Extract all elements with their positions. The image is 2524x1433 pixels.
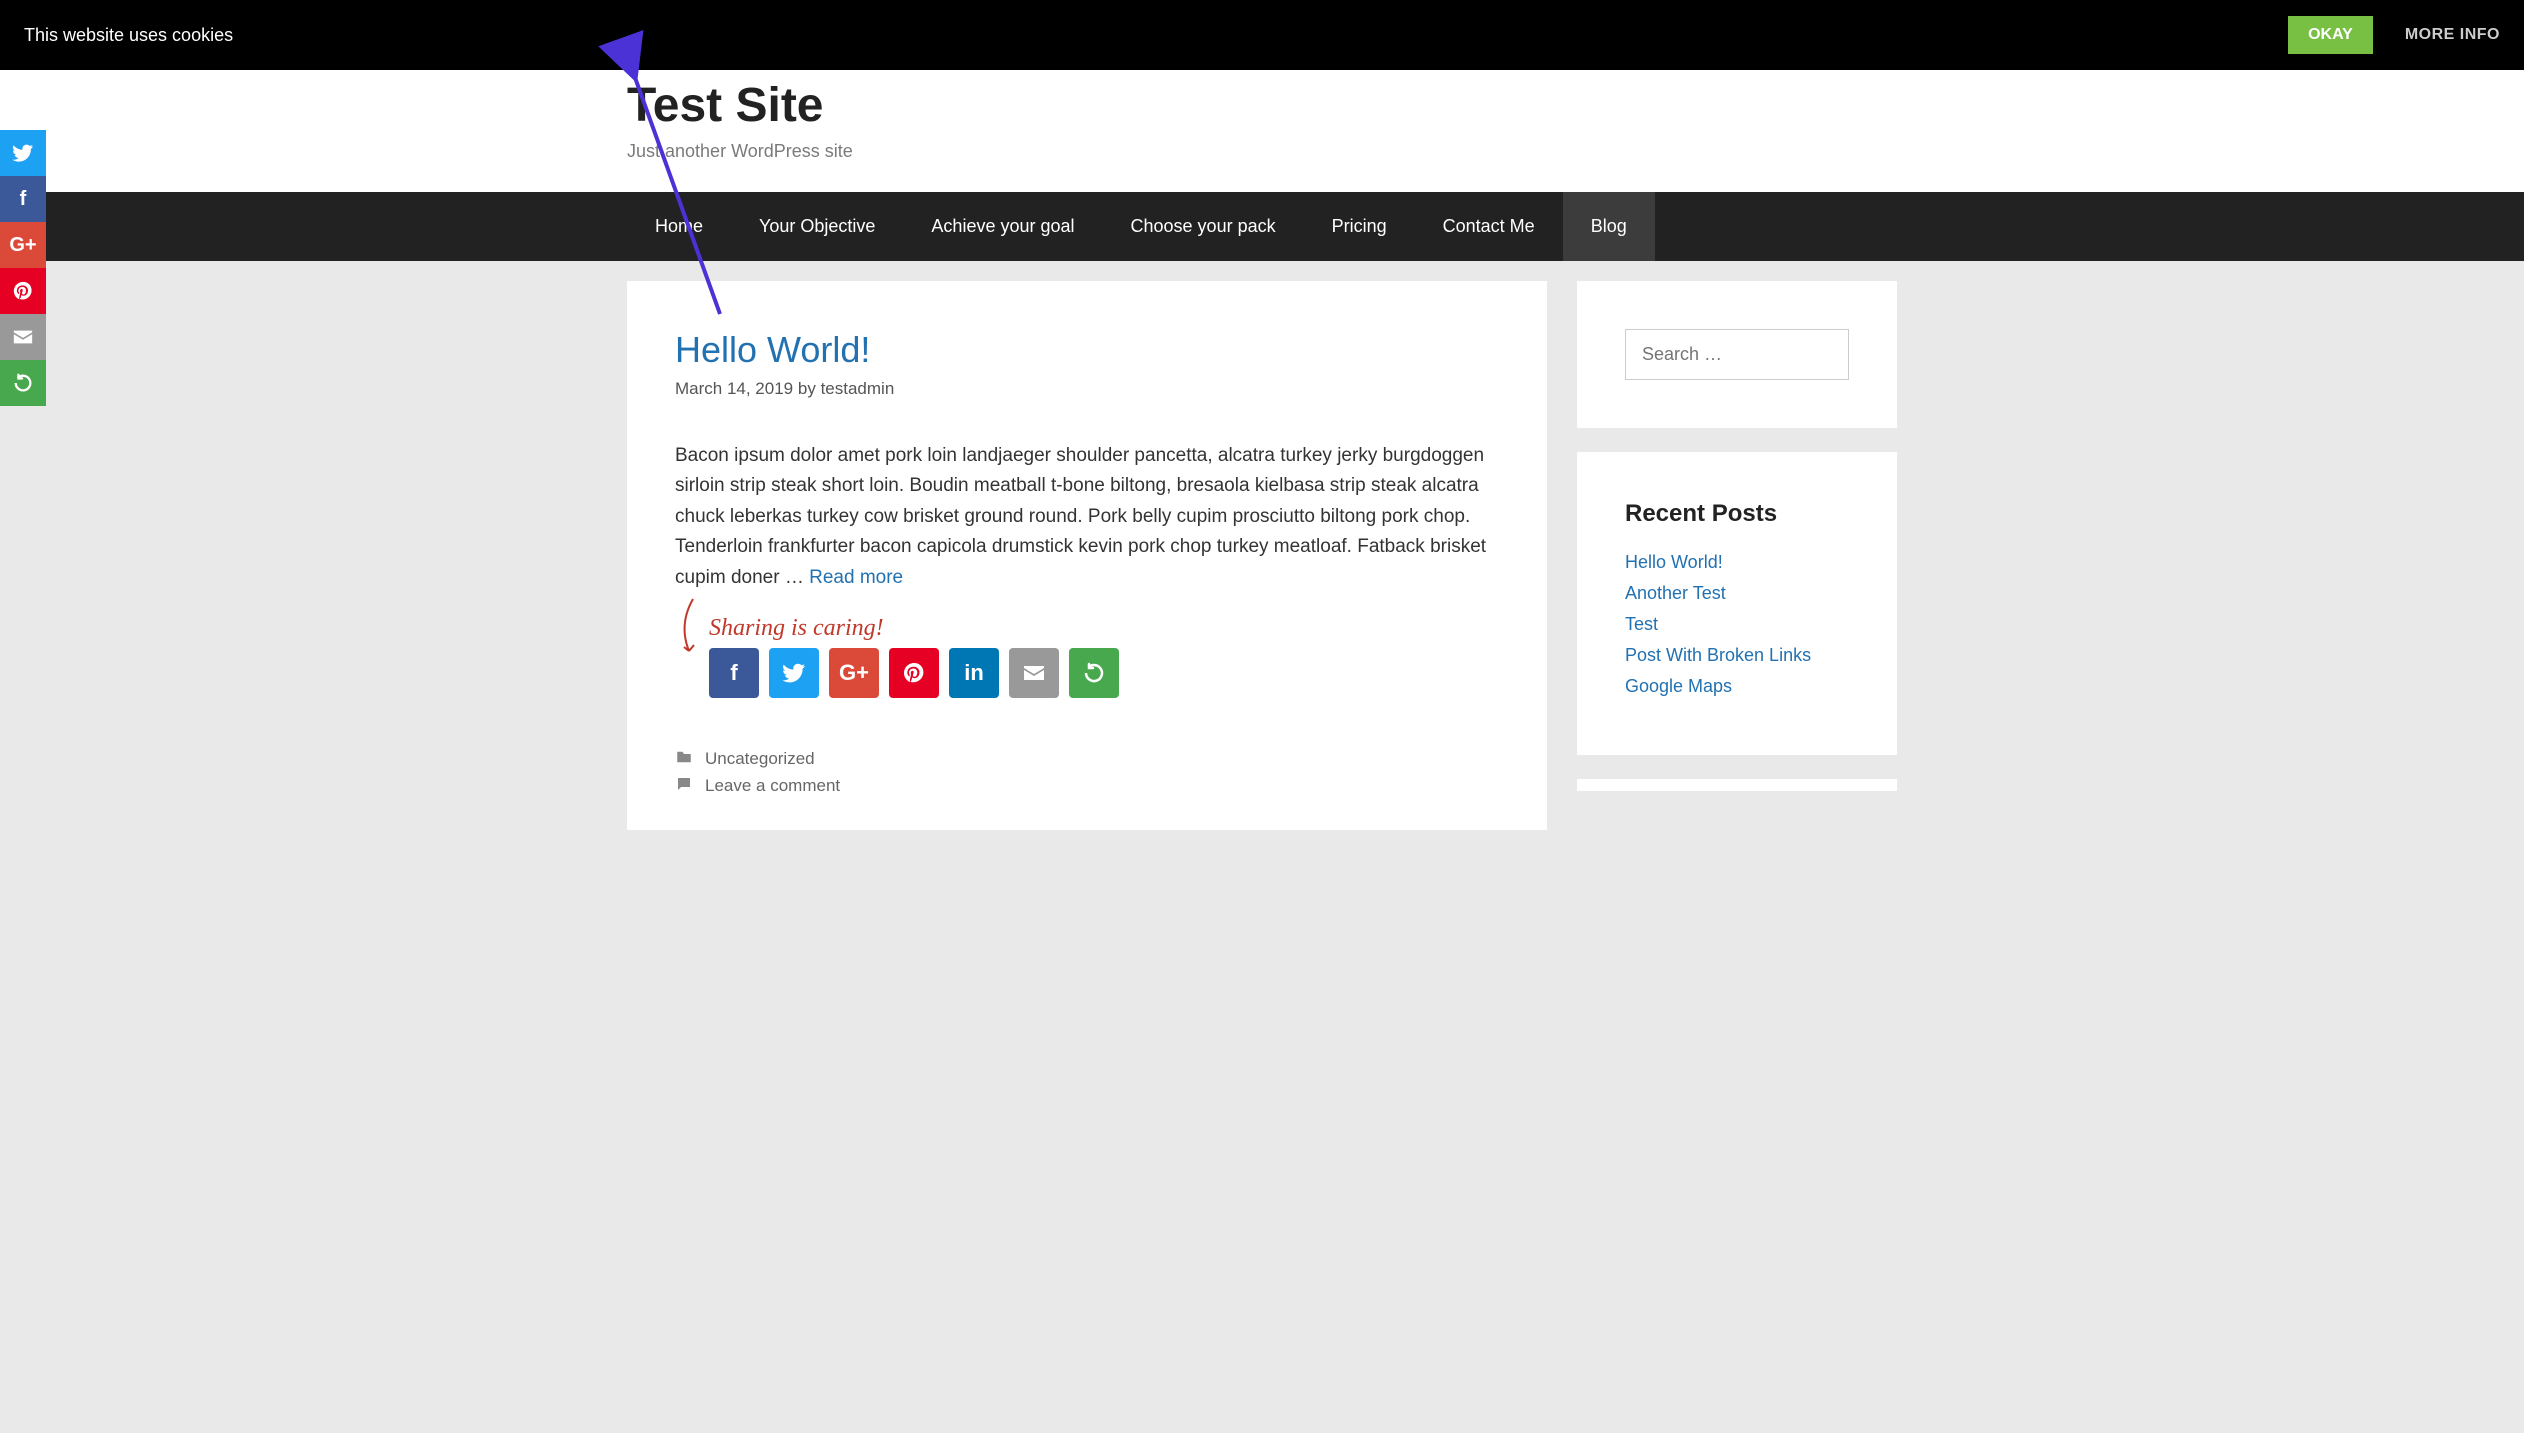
recent-post-link[interactable]: Another Test bbox=[1625, 583, 1726, 603]
facebook-icon: f bbox=[20, 188, 27, 211]
nav-home[interactable]: Home bbox=[627, 192, 731, 261]
nav-pricing[interactable]: Pricing bbox=[1304, 192, 1415, 261]
share-more[interactable] bbox=[1069, 648, 1119, 698]
search-input[interactable] bbox=[1625, 329, 1849, 380]
googleplus-icon: G+ bbox=[839, 660, 869, 686]
site-tagline: Just another WordPress site bbox=[627, 141, 1897, 162]
email-icon bbox=[12, 326, 34, 348]
share-arrow-icon bbox=[675, 593, 705, 668]
side-share-twitter[interactable] bbox=[0, 130, 46, 176]
comment-icon bbox=[675, 775, 693, 798]
recent-post-link[interactable]: Hello World! bbox=[1625, 552, 1723, 572]
twitter-icon bbox=[782, 661, 806, 685]
leave-comment-link[interactable]: Leave a comment bbox=[705, 776, 840, 796]
share-linkedin[interactable]: in bbox=[949, 648, 999, 698]
side-share-facebook[interactable]: f bbox=[0, 176, 46, 222]
main-nav: Home Your Objective Achieve your goal Ch… bbox=[0, 192, 2524, 261]
post-byline-prefix: by bbox=[798, 379, 816, 398]
nav-blog[interactable]: Blog bbox=[1563, 192, 1655, 261]
recent-post-link[interactable]: Post With Broken Links bbox=[1625, 645, 1811, 665]
nav-choose-your-pack[interactable]: Choose your pack bbox=[1103, 192, 1304, 261]
share-row: f G+ in bbox=[709, 648, 1119, 698]
folder-icon bbox=[675, 748, 693, 771]
share-facebook[interactable]: f bbox=[709, 648, 759, 698]
linkedin-icon: in bbox=[964, 660, 984, 686]
site-header: Test Site Just another WordPress site bbox=[0, 70, 2524, 192]
cookie-okay-button[interactable]: OKAY bbox=[2288, 16, 2373, 54]
more-share-icon bbox=[12, 372, 34, 394]
email-icon bbox=[1022, 661, 1046, 685]
cookie-message: This website uses cookies bbox=[24, 25, 233, 46]
search-widget bbox=[1577, 281, 1897, 428]
nav-achieve-your-goal[interactable]: Achieve your goal bbox=[903, 192, 1102, 261]
recent-post-link[interactable]: Google Maps bbox=[1625, 676, 1732, 696]
recent-posts-list: Hello World! Another Test Test Post With… bbox=[1625, 552, 1849, 697]
nav-contact-me[interactable]: Contact Me bbox=[1415, 192, 1563, 261]
cookie-actions: OKAY MORE INFO bbox=[2288, 16, 2500, 54]
recent-posts-title: Recent Posts bbox=[1625, 500, 1849, 528]
recent-post-link[interactable]: Test bbox=[1625, 614, 1658, 634]
more-share-icon bbox=[1082, 661, 1106, 685]
side-share-more[interactable] bbox=[0, 360, 46, 406]
post-excerpt: Bacon ipsum dolor amet pork loin landjae… bbox=[675, 441, 1499, 593]
post-article: Hello World! March 14, 2019 by testadmin… bbox=[627, 281, 1547, 830]
pinterest-icon bbox=[12, 280, 34, 302]
side-share-bar: f G+ bbox=[0, 130, 46, 406]
post-date: March 14, 2019 bbox=[675, 379, 793, 398]
nav-list: Home Your Objective Achieve your goal Ch… bbox=[627, 192, 1897, 261]
side-share-googleplus[interactable]: G+ bbox=[0, 222, 46, 268]
widget-stub bbox=[1577, 779, 1897, 791]
side-share-email[interactable] bbox=[0, 314, 46, 360]
pinterest-icon bbox=[902, 661, 926, 685]
share-email[interactable] bbox=[1009, 648, 1059, 698]
cookie-more-info-link[interactable]: MORE INFO bbox=[2405, 26, 2500, 44]
sidebar: Recent Posts Hello World! Another Test T… bbox=[1577, 281, 1897, 830]
post-meta: March 14, 2019 by testadmin bbox=[675, 379, 1499, 399]
share-twitter[interactable] bbox=[769, 648, 819, 698]
post-author-link[interactable]: testadmin bbox=[821, 379, 895, 398]
post-category-link[interactable]: Uncategorized bbox=[705, 749, 815, 769]
facebook-icon: f bbox=[730, 660, 737, 686]
read-more-link[interactable]: Read more bbox=[809, 567, 903, 588]
post-title-link[interactable]: Hello World! bbox=[675, 329, 870, 370]
twitter-icon bbox=[12, 142, 34, 164]
post-excerpt-text: Bacon ipsum dolor amet pork loin landjae… bbox=[675, 445, 1486, 588]
share-googleplus[interactable]: G+ bbox=[829, 648, 879, 698]
recent-posts-widget: Recent Posts Hello World! Another Test T… bbox=[1577, 452, 1897, 755]
side-share-pinterest[interactable] bbox=[0, 268, 46, 314]
site-title[interactable]: Test Site bbox=[627, 78, 1897, 133]
share-caption: Sharing is caring! bbox=[709, 615, 1119, 642]
post-footer: Uncategorized Leave a comment bbox=[675, 748, 1499, 798]
nav-your-objective[interactable]: Your Objective bbox=[731, 192, 903, 261]
share-pinterest[interactable] bbox=[889, 648, 939, 698]
cookie-bar: This website uses cookies OKAY MORE INFO bbox=[0, 0, 2524, 70]
googleplus-icon: G+ bbox=[9, 234, 36, 257]
